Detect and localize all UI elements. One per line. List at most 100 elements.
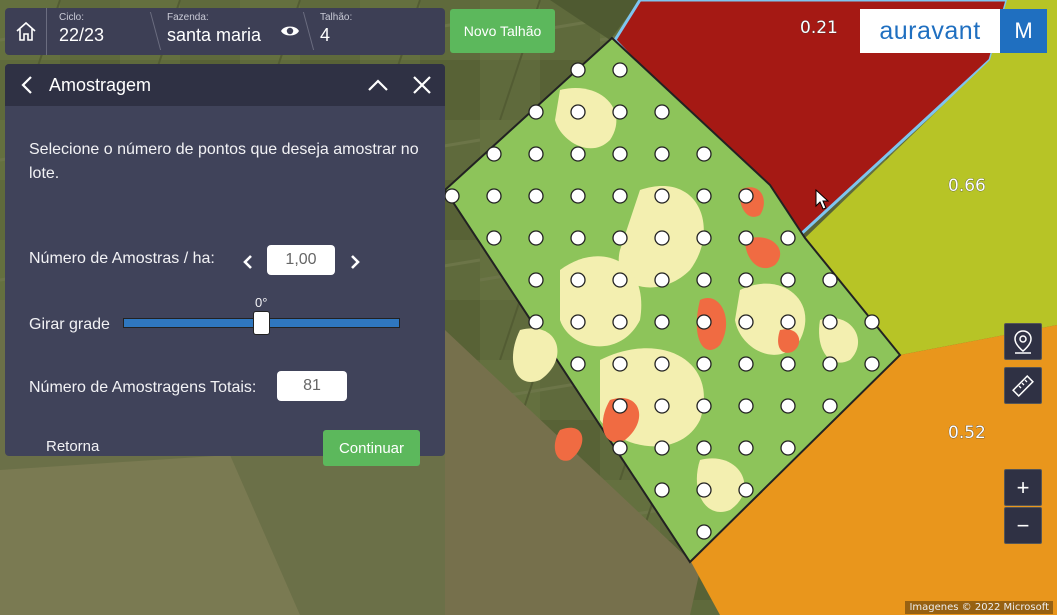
- panel-intro-text: Selecione o número de pontos que deseja …: [29, 141, 419, 182]
- sample-point[interactable]: [822, 314, 838, 330]
- panel-back-button[interactable]: [5, 75, 49, 95]
- sample-point[interactable]: [738, 188, 754, 204]
- continue-button[interactable]: Continuar: [323, 430, 420, 466]
- sample-point[interactable]: [864, 314, 880, 330]
- sample-point[interactable]: [612, 314, 628, 330]
- sample-point[interactable]: [822, 356, 838, 372]
- sample-point[interactable]: [612, 230, 628, 246]
- breadcrumb-talhao[interactable]: Talhão: 4: [308, 8, 445, 55]
- sample-point[interactable]: [738, 356, 754, 372]
- sample-point[interactable]: [570, 62, 586, 78]
- sample-point[interactable]: [654, 482, 670, 498]
- sample-point[interactable]: [570, 146, 586, 162]
- sample-point[interactable]: [696, 524, 712, 540]
- sample-point[interactable]: [738, 440, 754, 456]
- sample-point[interactable]: [528, 146, 544, 162]
- total-samples-field: 81: [277, 371, 347, 401]
- sample-point[interactable]: [570, 188, 586, 204]
- total-samples-label: Número de Amostragens Totais:: [29, 379, 257, 396]
- sample-point[interactable]: [738, 314, 754, 330]
- zone-value-0: 0.21: [800, 18, 838, 38]
- panel-title: Amostragem: [49, 74, 152, 95]
- sample-point[interactable]: [528, 188, 544, 204]
- eye-icon[interactable]: [280, 24, 300, 38]
- sample-point[interactable]: [528, 272, 544, 288]
- sample-point[interactable]: [654, 356, 670, 372]
- sample-point[interactable]: [696, 314, 712, 330]
- sample-point[interactable]: [570, 104, 586, 120]
- chevron-up-icon[interactable]: [367, 75, 389, 95]
- sample-point[interactable]: [612, 62, 628, 78]
- map-attribution: Imagenes © 2022 Microsoft: [905, 601, 1053, 614]
- location-button[interactable]: [1004, 323, 1042, 360]
- sample-point[interactable]: [570, 314, 586, 330]
- sample-point[interactable]: [612, 104, 628, 120]
- sample-point[interactable]: [696, 188, 712, 204]
- sample-point[interactable]: [612, 146, 628, 162]
- sample-point[interactable]: [696, 230, 712, 246]
- home-button[interactable]: [5, 8, 47, 55]
- chevron-left-icon: [21, 76, 32, 94]
- sample-point[interactable]: [654, 440, 670, 456]
- sample-point[interactable]: [696, 146, 712, 162]
- zoom-out-button[interactable]: −: [1004, 507, 1042, 544]
- decrease-samples-button[interactable]: [241, 254, 255, 270]
- sample-point[interactable]: [696, 482, 712, 498]
- sample-point[interactable]: [654, 230, 670, 246]
- sample-point[interactable]: [780, 272, 796, 288]
- sample-point[interactable]: [444, 188, 460, 204]
- sample-point[interactable]: [654, 398, 670, 414]
- breadcrumb-fazenda[interactable]: Fazenda: santa maria: [155, 8, 308, 55]
- sample-point[interactable]: [486, 230, 502, 246]
- sample-point[interactable]: [612, 356, 628, 372]
- sample-point[interactable]: [570, 356, 586, 372]
- sample-point[interactable]: [696, 398, 712, 414]
- sample-point[interactable]: [654, 188, 670, 204]
- sample-point[interactable]: [612, 398, 628, 414]
- breadcrumb-ciclo[interactable]: Ciclo: 22/23: [47, 8, 155, 55]
- sample-point[interactable]: [696, 272, 712, 288]
- sample-point[interactable]: [822, 272, 838, 288]
- sample-point[interactable]: [528, 230, 544, 246]
- sample-point[interactable]: [654, 272, 670, 288]
- sample-point[interactable]: [696, 356, 712, 372]
- sample-point[interactable]: [780, 440, 796, 456]
- sampling-panel: Amostragem Selecione o número de pontos …: [5, 64, 445, 466]
- sample-point[interactable]: [864, 356, 880, 372]
- sample-point[interactable]: [612, 272, 628, 288]
- sample-point[interactable]: [738, 482, 754, 498]
- sample-point[interactable]: [612, 188, 628, 204]
- sample-point[interactable]: [738, 272, 754, 288]
- sample-point[interactable]: [696, 440, 712, 456]
- zoom-in-button[interactable]: +: [1004, 469, 1042, 506]
- sample-point[interactable]: [654, 146, 670, 162]
- sample-point[interactable]: [654, 104, 670, 120]
- panel-header: Amostragem: [5, 64, 445, 106]
- sample-point[interactable]: [570, 272, 586, 288]
- samples-per-ha-input[interactable]: 1,00: [267, 245, 335, 275]
- sample-point[interactable]: [528, 104, 544, 120]
- sample-point[interactable]: [780, 230, 796, 246]
- increase-samples-button[interactable]: [348, 254, 362, 270]
- close-icon[interactable]: [412, 75, 432, 95]
- talhao-value: 4: [320, 25, 331, 45]
- back-link[interactable]: Retorna: [46, 438, 99, 455]
- sample-point[interactable]: [738, 398, 754, 414]
- sample-point[interactable]: [654, 314, 670, 330]
- sample-point[interactable]: [780, 314, 796, 330]
- sample-point[interactable]: [486, 146, 502, 162]
- sample-point[interactable]: [822, 398, 838, 414]
- sample-point[interactable]: [570, 230, 586, 246]
- sample-point[interactable]: [612, 440, 628, 456]
- user-avatar[interactable]: M: [1000, 9, 1047, 53]
- sample-point[interactable]: [738, 230, 754, 246]
- measure-button[interactable]: [1004, 367, 1042, 404]
- panel-body: Selecione o número de pontos que deseja …: [5, 106, 445, 466]
- new-field-button[interactable]: Novo Talhão: [450, 9, 555, 53]
- zone-value-1: 0.66: [948, 176, 986, 196]
- sample-point[interactable]: [780, 356, 796, 372]
- rotate-grid-slider-thumb[interactable]: [252, 311, 270, 335]
- sample-point[interactable]: [780, 398, 796, 414]
- sample-point[interactable]: [528, 314, 544, 330]
- sample-point[interactable]: [486, 188, 502, 204]
